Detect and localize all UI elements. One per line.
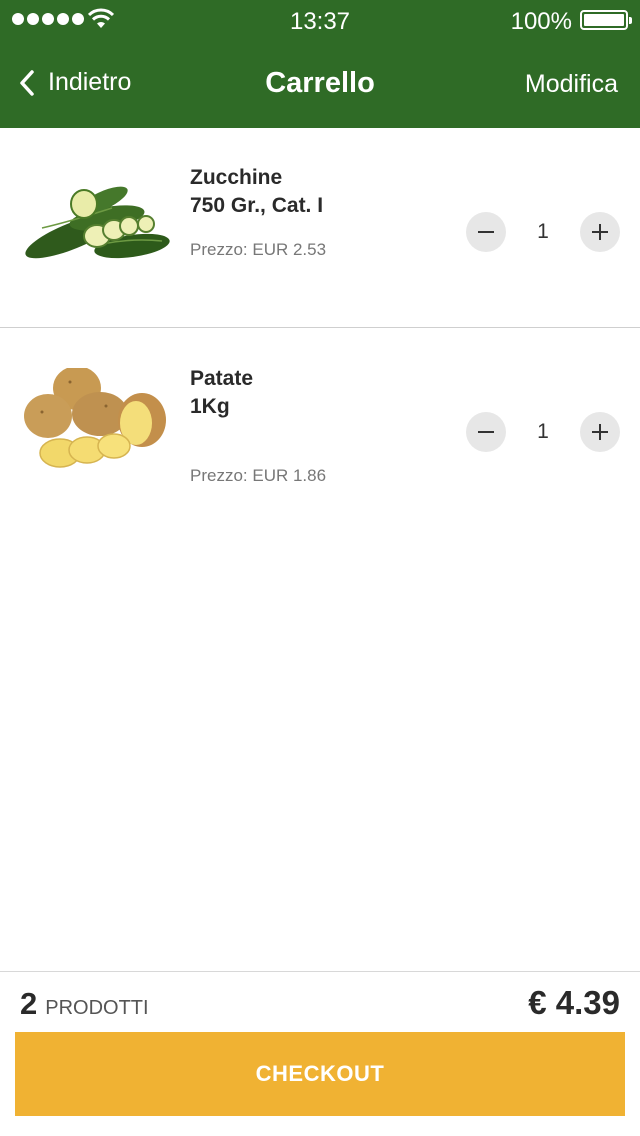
cart-item: Patate 1Kg Prezzo: EUR 1.86 1	[0, 328, 640, 528]
quantity-stepper: 1	[466, 412, 620, 452]
status-bar: 13:37 100%	[0, 0, 640, 40]
back-label: Indietro	[48, 68, 132, 96]
zucchini-image	[25, 186, 170, 259]
product-variant: 750 Gr., Cat. I	[190, 194, 324, 217]
cart-item: Zucchine 750 Gr., Cat. I Prezzo: EUR 2.5…	[0, 128, 640, 328]
plus-icon	[592, 224, 608, 240]
quantity-value: 1	[537, 420, 549, 443]
quantity-stepper: 1	[466, 212, 620, 252]
potatoes-image	[24, 368, 166, 468]
decrease-button[interactable]	[466, 412, 506, 452]
increase-button[interactable]	[580, 212, 620, 252]
plus-icon	[592, 424, 608, 440]
product-count-number: 2	[20, 986, 38, 1021]
back-button[interactable]: Indietro	[18, 68, 131, 97]
app-header: 13:37 100% Indietro Carrello Modifica	[0, 0, 640, 128]
increase-button[interactable]	[580, 412, 620, 452]
minus-icon	[478, 431, 494, 433]
edit-button[interactable]: Modifica	[525, 70, 618, 99]
chevron-left-icon	[20, 69, 34, 96]
battery-icon	[580, 10, 632, 30]
cart-summary: 2 PRODOTTI € 4.39 CHECKOUT	[0, 971, 640, 1136]
product-variant: 1Kg	[190, 395, 230, 418]
product-name: Patate	[190, 367, 254, 390]
product-price: Prezzo: EUR 2.53	[190, 240, 327, 259]
navigation-bar: Indietro Carrello Modifica	[0, 40, 640, 128]
product-count-label: PRODOTTI	[45, 997, 149, 1019]
checkout-button[interactable]: CHECKOUT	[15, 1032, 625, 1116]
quantity-value: 1	[537, 220, 549, 243]
minus-icon	[478, 231, 494, 233]
cart-total: € 4.39	[528, 984, 620, 1021]
cart-list: Zucchine 750 Gr., Cat. I Prezzo: EUR 2.5…	[0, 128, 640, 528]
product-count: 2 PRODOTTI	[20, 986, 149, 1022]
product-price: Prezzo: EUR 1.86	[190, 466, 327, 485]
product-name: Zucchine	[190, 166, 283, 189]
decrease-button[interactable]	[466, 212, 506, 252]
battery-percentage: 100%	[510, 8, 572, 35]
